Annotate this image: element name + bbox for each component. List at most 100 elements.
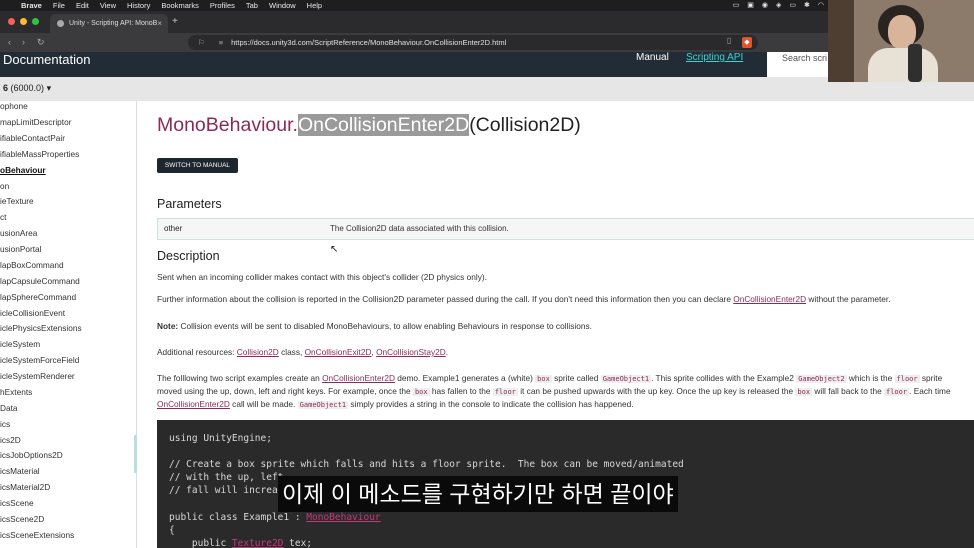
desc2-text: Further information about the collision … (157, 294, 734, 304)
sidebar-item[interactable]: icsSceneExtensions (0, 530, 74, 540)
version-selector[interactable]: 6 (6000.0) ▾ (3, 83, 51, 94)
sidebar-item[interactable]: hExtents (0, 387, 32, 397)
title-class-link[interactable]: MonoBehaviour (157, 114, 293, 136)
title-method: OnCollisionEnter2D (297, 114, 470, 136)
password-icon[interactable]: ◈ (776, 1, 781, 9)
resource-link-collision2d[interactable]: Collision2D (237, 347, 279, 357)
sidebar-item[interactable]: mapLimitDescriptor (0, 117, 71, 127)
ex-text: call will be made. (229, 399, 298, 409)
resources-sep-1: class, (278, 347, 305, 357)
ex-link[interactable]: OnCollisionEnter2D (157, 399, 230, 409)
sidebar-item[interactable]: ifiableMassProperties (0, 149, 79, 159)
ex-text: will fall back to the (812, 386, 884, 396)
menu-bookmarks[interactable]: Bookmarks (161, 1, 199, 10)
creative-cloud-icon[interactable]: ◉ (762, 1, 768, 9)
inline-code: GameObject2 (796, 375, 847, 383)
reader-icon[interactable]: ▯ (727, 36, 731, 45)
sidebar-item[interactable]: icleSystemRenderer (0, 371, 75, 381)
code-line: { (169, 525, 175, 536)
sidebar-item[interactable]: ophone (0, 101, 28, 111)
code-type-link[interactable]: MonoBehaviour (306, 512, 380, 523)
unity-favicon-icon (57, 20, 64, 27)
code-type-link[interactable]: Texture2D (232, 538, 283, 548)
sidebar-item[interactable]: Data (0, 403, 18, 413)
code-token: public (169, 538, 232, 548)
note-para: Note: Collision events will be sent to d… (157, 321, 592, 331)
sidebar-item[interactable]: ct (0, 212, 6, 222)
reload-icon[interactable]: ↻ (37, 37, 45, 48)
sidebar-item[interactable]: usionPortal (0, 244, 42, 254)
menu-profiles[interactable]: Profiles (210, 1, 235, 10)
url-field[interactable]: ⚐ ≡ https://docs.unity3d.com/ScriptRefer… (188, 35, 758, 50)
status-icons: ▭ ▣ ◉ ◈ ▭ ✱ ◠ (733, 1, 824, 9)
microphone-icon (908, 44, 922, 82)
ex-text: which is the (846, 373, 895, 383)
sidebar-item[interactable]: ics (0, 419, 10, 429)
tab-unity-scripting[interactable]: Unity - Scripting API: MonoB × (50, 14, 168, 33)
bookmark-icon[interactable]: ⚐ (198, 38, 205, 47)
sidebar-item[interactable]: ics2D (0, 435, 21, 445)
chevron-down-icon: ▾ (46, 83, 52, 93)
battery-icon[interactable]: ▭ (789, 1, 796, 9)
sidebar-nav: ophone mapLimitDescriptor ifiableContact… (0, 101, 137, 548)
switch-to-manual-button[interactable]: SWITCH TO MANUAL (157, 158, 238, 173)
sidebar-item[interactable]: lapCapsuleCommand (0, 276, 80, 286)
code-line: using UnityEngine; (169, 433, 272, 444)
menu-window[interactable]: Window (269, 1, 296, 10)
ex-text: sprite (919, 373, 943, 383)
desc2-link[interactable]: OnCollisionEnter2D (733, 294, 806, 304)
minimize-window-button[interactable] (20, 18, 27, 25)
mouse-cursor-icon: ↖ (330, 244, 339, 255)
sidebar-item[interactable]: usionArea (0, 228, 37, 238)
sidebar-item[interactable]: icsMaterial (0, 466, 40, 476)
wifi-icon[interactable]: ◠ (818, 1, 824, 9)
menu-history[interactable]: History (127, 1, 150, 10)
code-line: public class Example1 : MonoBehaviour (169, 512, 381, 523)
sidebar-item[interactable]: ifiableContactPair (0, 133, 65, 143)
nav-scripting-api-link[interactable]: Scripting API (686, 52, 743, 63)
back-icon[interactable]: ‹ (8, 37, 11, 47)
nav-manual-link[interactable]: Manual (636, 52, 669, 63)
menu-help[interactable]: Help (307, 1, 322, 10)
screen-record-icon[interactable]: ▭ (733, 1, 740, 9)
example-para-line-1: The folllowing two script examples creat… (157, 373, 942, 383)
ex-text: The folllowing two script examples creat… (157, 373, 323, 383)
forward-icon[interactable]: › (22, 37, 25, 47)
menu-tab[interactable]: Tab (246, 1, 258, 10)
sidebar-item[interactable]: lapBoxCommand (0, 260, 64, 270)
menu-file[interactable]: File (53, 1, 65, 10)
site-settings-icon[interactable]: ≡ (219, 38, 223, 47)
sidebar-item[interactable]: icleCollisionEvent (0, 308, 65, 318)
menu-app-name[interactable]: Brave (21, 1, 42, 10)
inline-code: floor (492, 388, 518, 396)
sidebar-item[interactable]: iclePhysicsExtensions (0, 323, 82, 333)
parameters-heading: Parameters (157, 197, 222, 211)
sidebar-item[interactable]: ieTexture (0, 196, 34, 206)
param-description: The Collision2D data associated with thi… (330, 224, 509, 233)
description-para-2: Further information about the collision … (157, 294, 891, 304)
sidebar-item[interactable]: icleSystemForceField (0, 355, 79, 365)
sidebar-item[interactable]: icsScene (0, 498, 34, 508)
docs-title[interactable]: Documentation (3, 52, 90, 67)
code-line: // Create a box sprite which falls and h… (169, 459, 684, 470)
sidebar-item[interactable]: icsJobOptions2D (0, 450, 63, 460)
tab-close-icon[interactable]: × (157, 19, 162, 28)
zoom-window-button[interactable] (32, 18, 39, 25)
menu-edit[interactable]: Edit (76, 1, 89, 10)
sidebar-item[interactable]: icleSystem (0, 339, 40, 349)
menu-view[interactable]: View (100, 1, 116, 10)
sidebar-item-monobehaviour[interactable]: oBehaviour (0, 165, 46, 175)
ex-link[interactable]: OnCollisionEnter2D (322, 373, 395, 383)
sidebar-item[interactable]: lapSphereCommand (0, 292, 76, 302)
param-name: other (164, 224, 183, 233)
sidebar-item[interactable]: on (0, 181, 9, 191)
close-window-button[interactable] (8, 18, 15, 25)
sidebar-item[interactable]: icsScene2D (0, 514, 44, 524)
bluetooth-icon[interactable]: ✱ (804, 1, 810, 9)
new-tab-button[interactable]: + (172, 16, 178, 27)
resource-link-stay2d[interactable]: OnCollisionStay2D (376, 347, 446, 357)
brave-shield-icon[interactable]: ◆ (742, 37, 752, 48)
resource-link-exit2d[interactable]: OnCollisionExit2D (305, 347, 372, 357)
display-icon[interactable]: ▣ (747, 1, 754, 9)
sidebar-item[interactable]: icsMaterial2D (0, 482, 50, 492)
